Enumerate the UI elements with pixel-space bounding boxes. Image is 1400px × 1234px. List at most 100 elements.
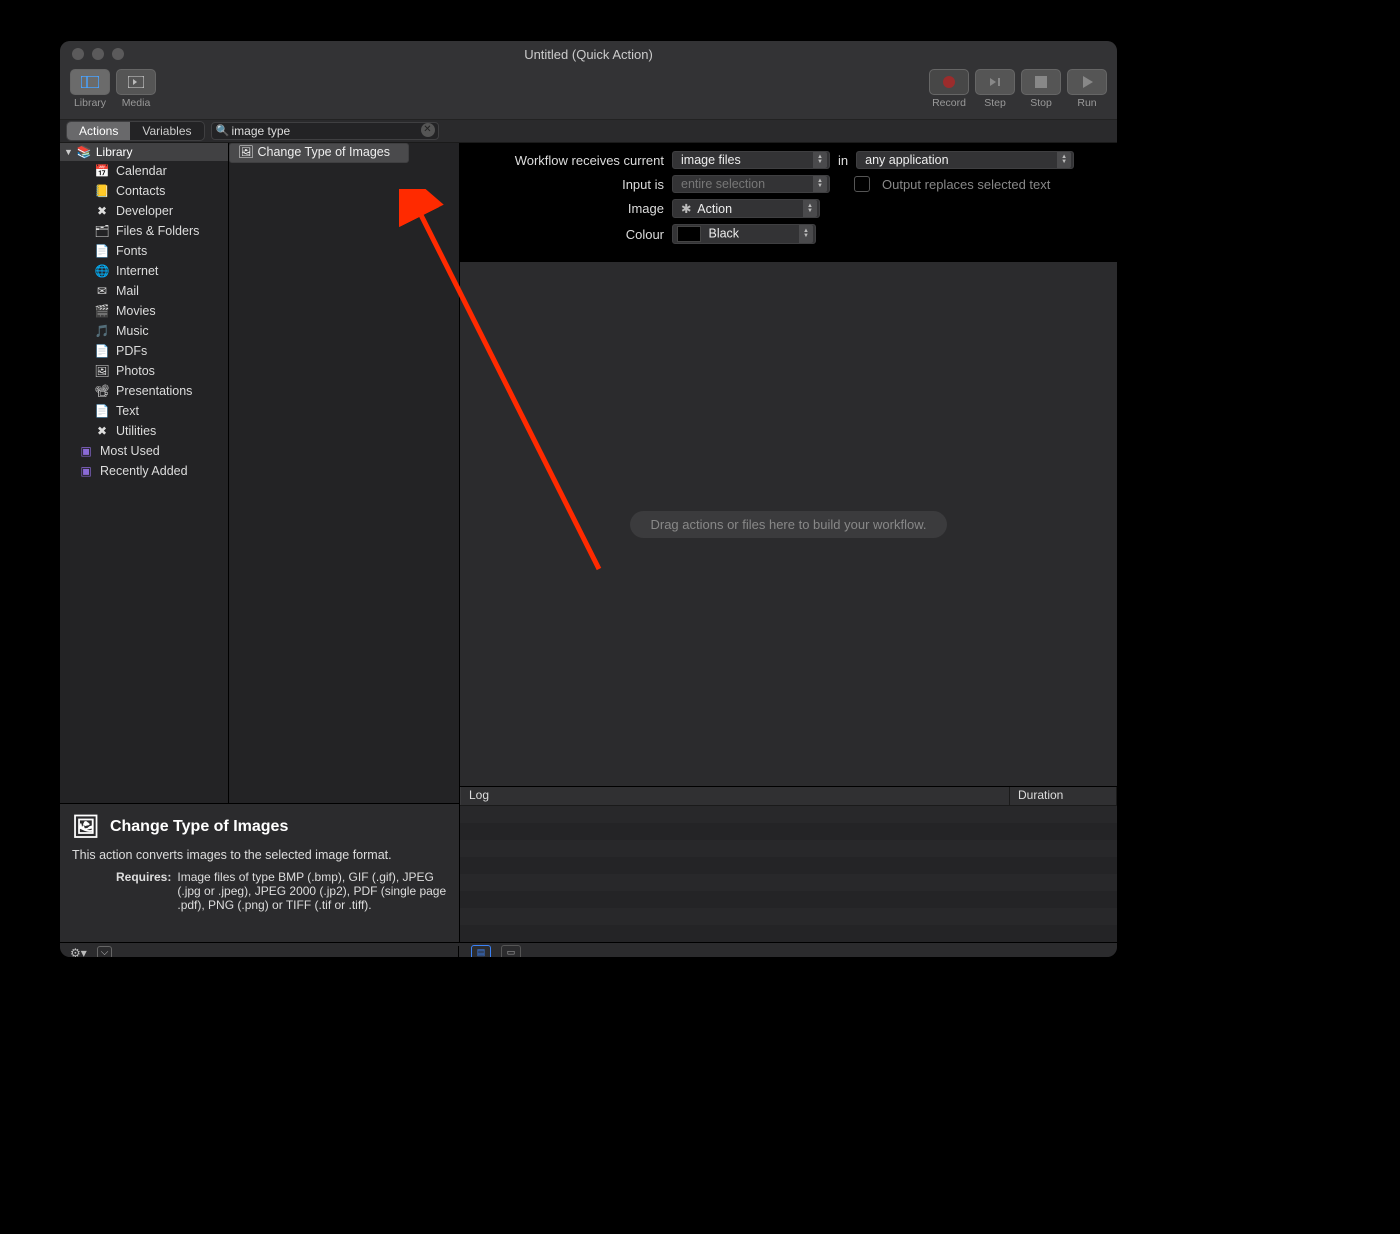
workflow-config: Workflow receives current image files ▲▼… <box>460 143 1117 262</box>
smart-folder-icon: ▣ <box>78 443 94 459</box>
close-window-icon[interactable] <box>72 48 84 60</box>
library-root-label: Library <box>96 145 133 159</box>
library-category-presentations[interactable]: 📽 Presentations <box>60 381 228 401</box>
colour-select[interactable]: Black ▲▼ <box>672 224 816 244</box>
preview-app-icon: 🖼 <box>238 145 254 161</box>
library-category-fonts[interactable]: 📄Fonts <box>60 241 228 261</box>
info-title: Change Type of Images <box>110 818 288 836</box>
library-smart-most-used[interactable]: ▣ Most Used <box>60 441 228 461</box>
requires-value: Image files of type BMP (.bmp), GIF (.gi… <box>177 870 447 912</box>
category-icon: 🎵 <box>94 323 110 339</box>
output-replaces-checkbox[interactable] <box>854 176 870 192</box>
library-root[interactable]: ▼ 📚 Library <box>60 143 228 161</box>
record-button[interactable]: Record <box>929 69 969 109</box>
library-category-contacts[interactable]: 📒 Contacts <box>60 181 228 201</box>
output-replaces-label: Output replaces selected text <box>882 177 1050 192</box>
library-category-pdfs[interactable]: 📄PDFs <box>60 341 228 361</box>
inbox-icon[interactable]: ⌵ <box>97 946 113 957</box>
action-result-change-type[interactable]: 🖼 Change Type of Images <box>229 143 409 163</box>
library-category-developer[interactable]: ✖︎ Developer <box>60 201 228 221</box>
category-label: Calendar <box>116 164 167 178</box>
library-smart-recently-added[interactable]: ▣Recently Added <box>60 461 228 481</box>
action-info-panel: 🖼 Change Type of Images This action conv… <box>60 803 459 942</box>
record-label: Record <box>932 97 966 109</box>
library-category-internet[interactable]: 🌐 Internet <box>60 261 228 281</box>
gear-icon: ✱ <box>681 202 691 216</box>
variables-view-button[interactable]: ▭ <box>501 945 521 958</box>
inputis-label: Input is <box>474 177 664 192</box>
image-select[interactable]: ✱ Action ▲▼ <box>672 199 820 218</box>
canvas-placeholder: Drag actions or files here to build your… <box>630 511 946 538</box>
disclosure-triangle-icon[interactable]: ▼ <box>64 147 73 157</box>
clear-search-icon[interactable]: ✕ <box>421 123 435 137</box>
window-title: Untitled (Quick Action) <box>60 47 1117 62</box>
library-tabs-row: Actions Variables 🔍 ✕ <box>60 120 1117 143</box>
category-label: Movies <box>116 304 156 318</box>
category-icon: 🗂 <box>94 223 110 239</box>
library-category-photos[interactable]: 🖼Photos <box>60 361 228 381</box>
log-column-header[interactable]: Log <box>460 787 1010 805</box>
category-label: Internet <box>116 264 158 278</box>
colour-swatch <box>677 226 701 242</box>
tab-actions[interactable]: Actions <box>67 122 130 140</box>
run-label: Run <box>1077 97 1096 109</box>
category-label: Text <box>116 404 139 418</box>
run-button[interactable]: Run <box>1067 69 1107 109</box>
step-button[interactable]: Step <box>975 69 1015 109</box>
library-category-files-folders[interactable]: 🗂 Files & Folders <box>60 221 228 241</box>
category-label: Mail <box>116 284 139 298</box>
search-input[interactable] <box>211 122 439 140</box>
library-category-movies[interactable]: 🎬Movies <box>60 301 228 321</box>
category-icon: 🌐 <box>94 263 110 279</box>
stop-button[interactable]: Stop <box>1021 69 1061 109</box>
library-category-utilities[interactable]: ✖︎ Utilities <box>60 421 228 441</box>
category-label: Music <box>116 324 149 338</box>
chevrons-icon: ▲▼ <box>1057 152 1071 168</box>
library-category-mail[interactable]: ✉︎Mail <box>60 281 228 301</box>
chevrons-icon: ▲▼ <box>813 152 827 168</box>
category-icon: 📽 <box>94 383 110 399</box>
in-app-select[interactable]: any application ▲▼ <box>856 151 1074 169</box>
minimize-window-icon[interactable] <box>92 48 104 60</box>
toolbar: Library Media Record Step <box>60 67 1117 120</box>
record-icon <box>943 76 955 88</box>
info-description: This action converts images to the selec… <box>72 848 447 862</box>
app-window: Untitled (Quick Action) Library Media Re… <box>60 41 1117 957</box>
zoom-window-icon[interactable] <box>112 48 124 60</box>
inputis-select: entire selection ▲▼ <box>672 175 830 193</box>
library-category-music[interactable]: 🎵 Music <box>60 321 228 341</box>
category-icon: 📅 <box>94 163 110 179</box>
chevrons-icon: ▲▼ <box>813 176 827 192</box>
library-segmented-control: Actions Variables <box>66 121 205 141</box>
library-toggle-button[interactable]: Library <box>70 69 110 109</box>
title-bar: Untitled (Quick Action) <box>60 41 1117 67</box>
category-icon: ✖︎ <box>94 203 110 219</box>
library-category-text[interactable]: 📄Text <box>60 401 228 421</box>
duration-column-header[interactable]: Duration <box>1010 787 1117 805</box>
library-tree: ▼ 📚 Library 📅 Calendar 📒 Contacts ✖︎ Develope… <box>60 143 229 803</box>
category-icon: 📒 <box>94 183 110 199</box>
category-label: PDFs <box>116 344 147 358</box>
category-icon: ✖︎ <box>94 423 110 439</box>
stop-label: Stop <box>1030 97 1052 109</box>
log-rows <box>460 806 1117 942</box>
tab-variables[interactable]: Variables <box>130 122 203 140</box>
category-label: Utilities <box>116 424 156 438</box>
action-result-label: Change Type of Images <box>257 145 390 159</box>
workflow-canvas[interactable]: Drag actions or files here to build your… <box>460 262 1117 786</box>
smart-folder-label: Most Used <box>100 444 160 458</box>
receives-select[interactable]: image files ▲▼ <box>672 151 830 169</box>
category-label: Presentations <box>116 384 192 398</box>
options-gear-icon[interactable]: ⚙︎▾ <box>70 946 87 958</box>
library-category-calendar[interactable]: 📅 Calendar <box>60 161 228 181</box>
category-label: Contacts <box>116 184 165 198</box>
library-books-icon: 📚 <box>77 145 92 159</box>
category-label: Files & Folders <box>116 224 199 238</box>
category-label: Developer <box>116 204 173 218</box>
category-icon: 🖼 <box>94 363 110 379</box>
category-label: Fonts <box>116 244 147 258</box>
media-toggle-button[interactable]: Media <box>116 69 156 109</box>
status-bar: ⚙︎▾ ⌵ ▤ ▭ <box>60 942 1117 957</box>
workflow-view-button[interactable]: ▤ <box>471 945 491 958</box>
in-label: in <box>838 153 848 168</box>
